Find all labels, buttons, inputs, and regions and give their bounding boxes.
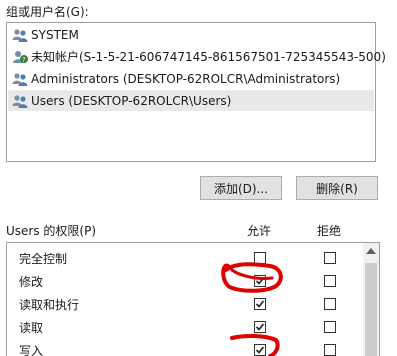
red-annotation-marks	[221, 262, 283, 356]
